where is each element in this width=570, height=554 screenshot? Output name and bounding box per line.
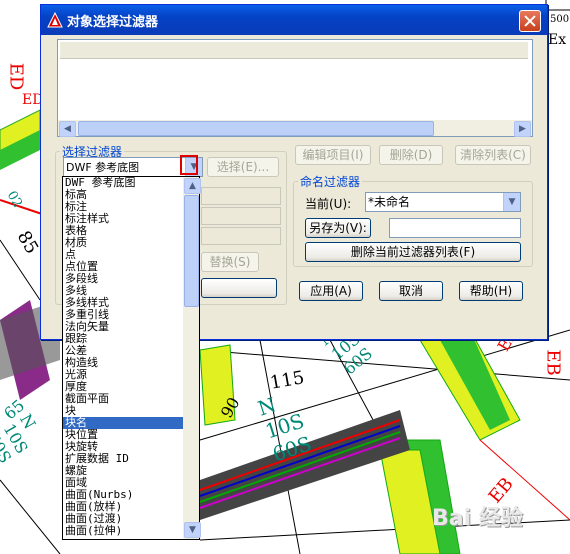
filter-type-dropdown-list[interactable]: DWF 参考底图 标高 标注 标注样式 表格 材质点点位置 多段线 多线 多线样式 多重引线 法向矢… [62,176,201,540]
drawing-label: EB [542,349,564,376]
filter-list-box[interactable]: ◀ ▶ [57,39,533,137]
delete-button[interactable]: 删除(D) [379,145,443,165]
current-filter-value: *未命名 [368,195,411,209]
highlight-box [180,155,198,175]
y-value-field[interactable] [201,207,281,225]
current-label: 当前(U): [305,197,352,211]
horizontal-scrollbar[interactable]: ◀ ▶ [58,120,532,137]
vertical-scrollbar[interactable]: ▲ ▼ [183,177,201,539]
scroll-left-icon[interactable]: ◀ [59,121,76,137]
named-filter-legend: 命名过滤器 [300,175,361,189]
cancel-button[interactable]: 取消 [379,281,443,301]
list-header [60,42,528,59]
clear-list-button[interactable]: 清除列表(C) [455,145,531,165]
delete-current-filter-list-button[interactable]: 删除当前过滤器列表(F) [305,242,521,262]
replace-button[interactable]: 替换(S) [201,252,259,272]
autocad-icon [47,12,63,28]
list-item[interactable]: 截面平面 [63,393,183,405]
scroll-thumb[interactable] [184,195,199,307]
edit-item-button[interactable]: 编辑项目(I) [295,145,371,165]
add-to-list-button[interactable] [201,278,277,298]
scroll-down-icon[interactable]: ▼ [184,522,201,538]
save-as-button[interactable]: 另存为(V): [305,218,371,238]
dropdown-items: DWF 参考底图 标高 标注 标注样式 表格 材质点点位置 多段线 多线 多线样式 多重引线 法向矢… [63,177,183,537]
current-filter-combo[interactable]: *未命名 ▼ [365,192,521,212]
list-item[interactable]: 材质 [63,237,183,249]
list-item[interactable]: 曲面(拉伸) [63,525,183,537]
help-button[interactable]: 帮助(H) [459,281,523,301]
x-value-field[interactable] [201,187,281,205]
chevron-down-icon[interactable]: ▼ [503,193,520,211]
z-value-field[interactable] [201,227,281,245]
dialog-title: 对象选择过滤器 [67,15,159,30]
watermark: Bai 经验 [432,506,523,531]
filter-type-value: DWF 参考底图 [66,161,140,174]
close-button[interactable] [519,10,541,32]
save-as-name-field[interactable] [389,218,521,238]
title-bar[interactable]: 对象选择过滤器 [41,5,547,35]
apply-button[interactable]: 应用(A) [299,281,363,301]
scroll-up-icon[interactable]: ▲ [184,178,201,194]
drawing-label: ED [5,62,27,91]
drawing-label: Ex [548,32,567,48]
scroll-right-icon[interactable]: ▶ [514,121,531,137]
drawing-label: 500 [550,14,570,25]
select-button[interactable]: 选择(E)... [207,157,279,177]
scroll-thumb[interactable] [78,121,434,136]
